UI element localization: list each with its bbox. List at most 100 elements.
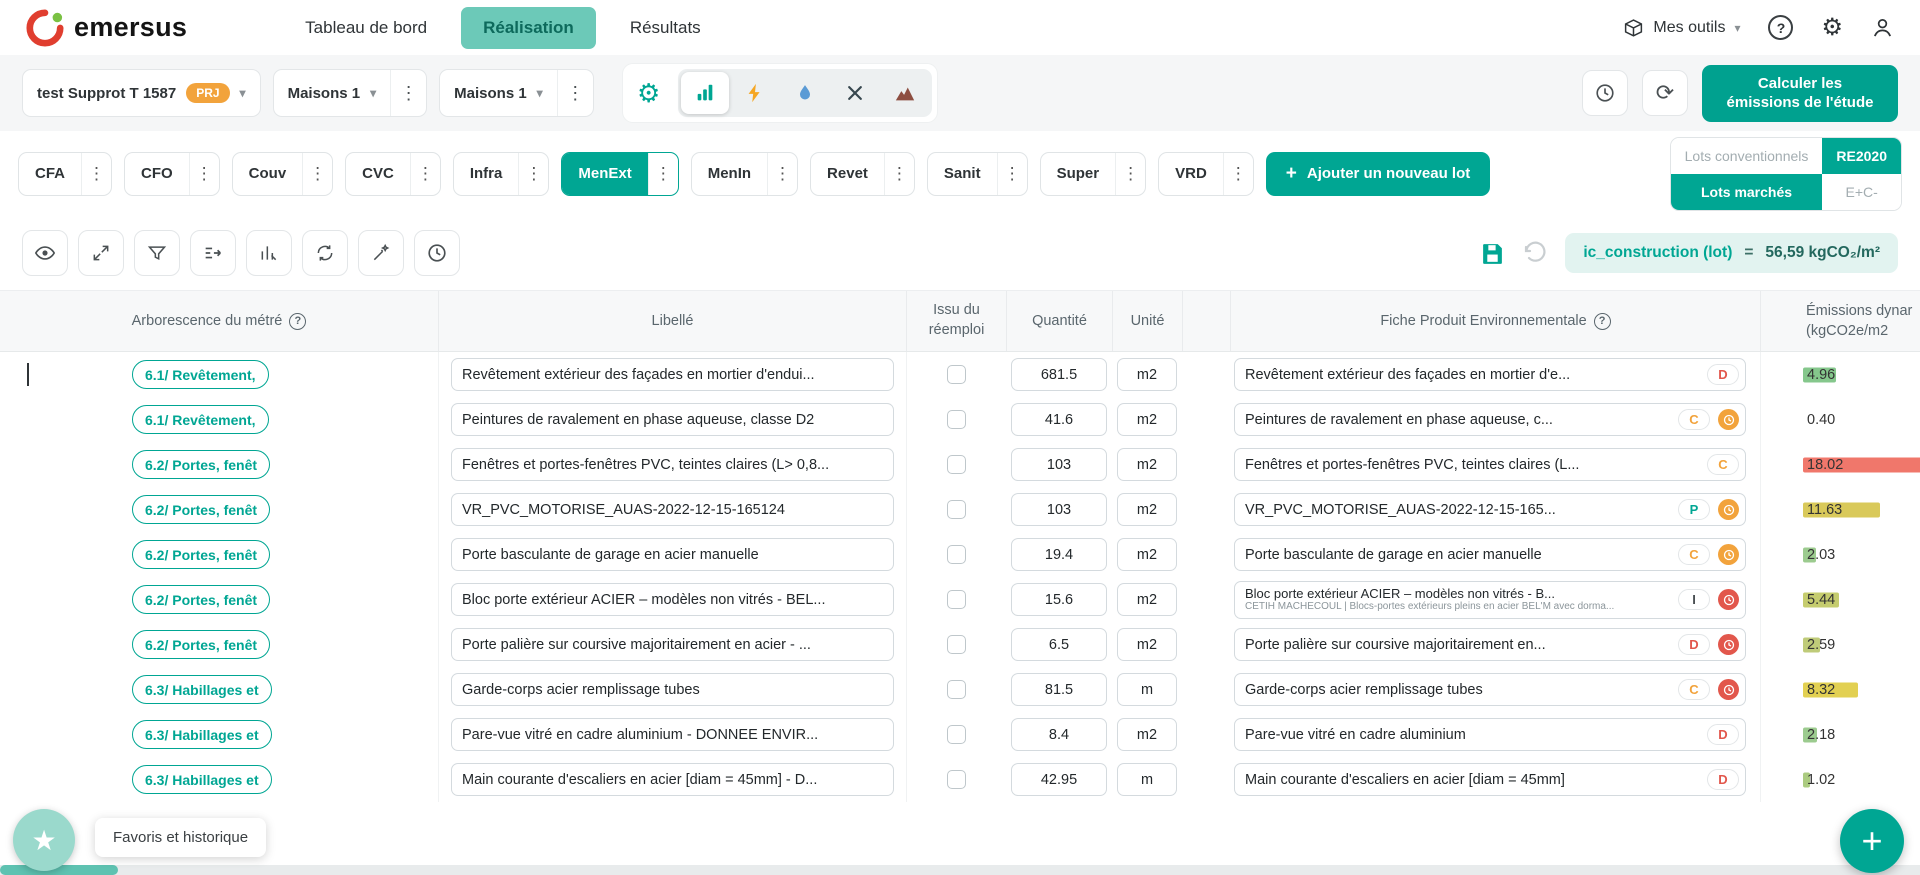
zone-select[interactable]: Maisons 1 ▾ [440, 70, 557, 116]
unit-field[interactable]: m [1117, 673, 1177, 706]
reuse-checkbox[interactable] [947, 635, 966, 654]
metre-group-pill[interactable]: 6.3/ Habillages et [132, 765, 272, 794]
help-icon[interactable]: ? [1593, 312, 1611, 330]
project-select[interactable]: test Supprot T 1587 PRJ ▾ [23, 70, 260, 116]
fpe-field[interactable]: Garde-corps acier remplissage tubes C [1234, 673, 1746, 706]
zone-options-kebab[interactable]: ⋮ [556, 70, 593, 116]
lot-revet[interactable]: Revet ⋮ [810, 151, 915, 196]
stats-button[interactable] [246, 230, 292, 276]
propagate-button[interactable] [190, 230, 236, 276]
horizontal-scrollbar[interactable] [0, 865, 1920, 875]
user-account-icon[interactable] [1871, 16, 1894, 39]
lot-kebab-icon[interactable]: ⋮ [767, 152, 797, 195]
libelle-field[interactable]: Porte basculante de garage en acier manu… [451, 538, 894, 571]
toggle-lots-conventionnels[interactable]: Lots conventionnels [1670, 137, 1823, 174]
lot-kebab-icon[interactable]: ⋮ [81, 152, 111, 195]
quantity-field[interactable]: 103 [1011, 448, 1107, 481]
sync-button[interactable] [302, 230, 348, 276]
unit-field[interactable]: m2 [1117, 628, 1177, 661]
save-button[interactable] [1480, 241, 1505, 266]
unit-field[interactable]: m2 [1117, 538, 1177, 571]
calculate-emissions-button[interactable]: Calculer les émissions de l'étude [1702, 64, 1898, 122]
lot-vrd[interactable]: VRD ⋮ [1158, 151, 1254, 196]
lot-kebab-icon[interactable]: ⋮ [409, 152, 440, 195]
metre-group-pill[interactable]: 6.2/ Portes, fenêt [132, 585, 271, 614]
fpe-field[interactable]: Pare-vue vitré en cadre aluminium D [1234, 718, 1746, 751]
libelle-field[interactable]: Bloc porte extérieur ACIER – modèles non… [451, 583, 894, 616]
add-row-fab[interactable]: + [1840, 809, 1904, 873]
quantity-field[interactable]: 8.4 [1011, 718, 1107, 751]
fpe-field[interactable]: Porte basculante de garage en acier manu… [1234, 538, 1746, 571]
reuse-checkbox[interactable] [947, 410, 966, 429]
libelle-field[interactable]: Porte palière sur coursive majoritaireme… [451, 628, 894, 661]
add-lot-button[interactable]: + Ajouter un nouveau lot [1265, 151, 1491, 196]
lot-kebab-icon[interactable]: ⋮ [518, 152, 548, 195]
undo-button[interactable] [1523, 241, 1547, 265]
expand-button[interactable] [78, 230, 124, 276]
libelle-field[interactable]: Main courante d'escaliers en acier [diam… [451, 763, 894, 796]
lot-infra[interactable]: Infra ⋮ [452, 151, 550, 196]
time-history-button[interactable] [414, 230, 460, 276]
metre-group-pill[interactable]: 6.3/ Habillages et [132, 720, 272, 749]
toggle-eplus-cminus[interactable]: E+C- [1822, 173, 1901, 210]
reuse-checkbox[interactable] [947, 500, 966, 519]
lot-couv[interactable]: Couv ⋮ [231, 151, 334, 196]
quantity-field[interactable]: 19.4 [1011, 538, 1107, 571]
metre-group-pill[interactable]: 6.3/ Habillages et [132, 675, 272, 704]
metre-group-pill[interactable]: 6.2/ Portes, fenêt [132, 630, 271, 659]
help-icon[interactable]: ? [1768, 15, 1794, 40]
libelle-field[interactable]: Peintures de ravalement en phase aqueuse… [451, 403, 894, 436]
reuse-checkbox[interactable] [947, 590, 966, 609]
reuse-checkbox[interactable] [947, 455, 966, 474]
tab-water[interactable] [781, 72, 829, 114]
libelle-field[interactable]: Fenêtres et portes-fenêtres PVC, teintes… [451, 448, 894, 481]
libelle-field[interactable]: Pare-vue vitré en cadre aluminium - DONN… [451, 718, 894, 751]
lot-cfo[interactable]: CFO ⋮ [124, 151, 220, 196]
nav-realisation[interactable]: Réalisation [461, 6, 596, 49]
lot-kebab-icon[interactable]: ⋮ [996, 152, 1027, 195]
fpe-field[interactable]: VR_PVC_MOTORISE_AUAS-2022-12-15-165... P [1234, 493, 1746, 526]
fpe-field[interactable]: Main courante d'escaliers en acier [diam… [1234, 763, 1746, 796]
metre-group-pill[interactable]: 6.1/ Revêtement, [132, 360, 269, 389]
metre-group-pill[interactable]: 6.1/ Revêtement, [132, 405, 269, 434]
metre-group-pill[interactable]: 6.2/ Portes, fenêt [132, 540, 271, 569]
help-icon[interactable]: ? [289, 312, 307, 330]
unit-field[interactable]: m2 [1117, 493, 1177, 526]
lot-sanit[interactable]: Sanit ⋮ [926, 151, 1028, 196]
fpe-field[interactable]: Fenêtres et portes-fenêtres PVC, teintes… [1234, 448, 1746, 481]
tab-site-mountain[interactable] [881, 72, 929, 114]
fpe-field[interactable]: Bloc porte extérieur ACIER – modèles non… [1234, 580, 1746, 619]
favorites-fab[interactable]: ★ [13, 809, 75, 871]
libelle-field[interactable]: Garde-corps acier remplissage tubes [451, 673, 894, 706]
lot-kebab-icon[interactable]: ⋮ [883, 152, 914, 195]
brand-logo[interactable]: emersus [26, 8, 187, 47]
lot-kebab-icon[interactable]: ⋮ [1115, 152, 1145, 195]
nav-tableau-de-bord[interactable]: Tableau de bord [305, 18, 427, 38]
unit-field[interactable]: m2 [1117, 448, 1177, 481]
libelle-field[interactable]: Revêtement extérieur des façades en mort… [451, 358, 894, 391]
fpe-field[interactable]: Porte palière sur coursive majoritaireme… [1234, 628, 1746, 661]
unit-field[interactable]: m [1117, 763, 1177, 796]
reuse-checkbox[interactable] [947, 545, 966, 564]
visibility-button[interactable] [22, 230, 68, 276]
lot-kebab-icon[interactable]: ⋮ [188, 152, 219, 195]
metre-group-pill[interactable]: 6.2/ Portes, fenêt [132, 495, 271, 524]
tab-energy[interactable] [731, 72, 779, 114]
reuse-checkbox[interactable] [947, 725, 966, 744]
quantity-field[interactable]: 681.5 [1011, 358, 1107, 391]
quantity-field[interactable]: 6.5 [1011, 628, 1107, 661]
lot-menin[interactable]: MenIn ⋮ [690, 151, 799, 196]
magic-wand-button[interactable] [358, 230, 404, 276]
lot-kebab-icon[interactable]: ⋮ [647, 152, 678, 195]
reuse-checkbox[interactable] [947, 770, 966, 789]
reuse-checkbox[interactable] [947, 680, 966, 699]
building-options-kebab[interactable]: ⋮ [390, 70, 426, 116]
quantity-field[interactable]: 42.95 [1011, 763, 1107, 796]
unit-field[interactable]: m2 [1117, 583, 1177, 616]
refresh-button[interactable]: ⟳ [1642, 70, 1688, 116]
lot-kebab-icon[interactable]: ⋮ [1222, 152, 1253, 195]
settings-gear-icon[interactable]: ⚙ [1821, 15, 1843, 40]
lot-menext-active[interactable]: MenExt ⋮ [561, 151, 679, 196]
libelle-field[interactable]: VR_PVC_MOTORISE_AUAS-2022-12-15-165124 [451, 493, 894, 526]
toggle-lots-marches[interactable]: Lots marchés [1670, 173, 1823, 210]
